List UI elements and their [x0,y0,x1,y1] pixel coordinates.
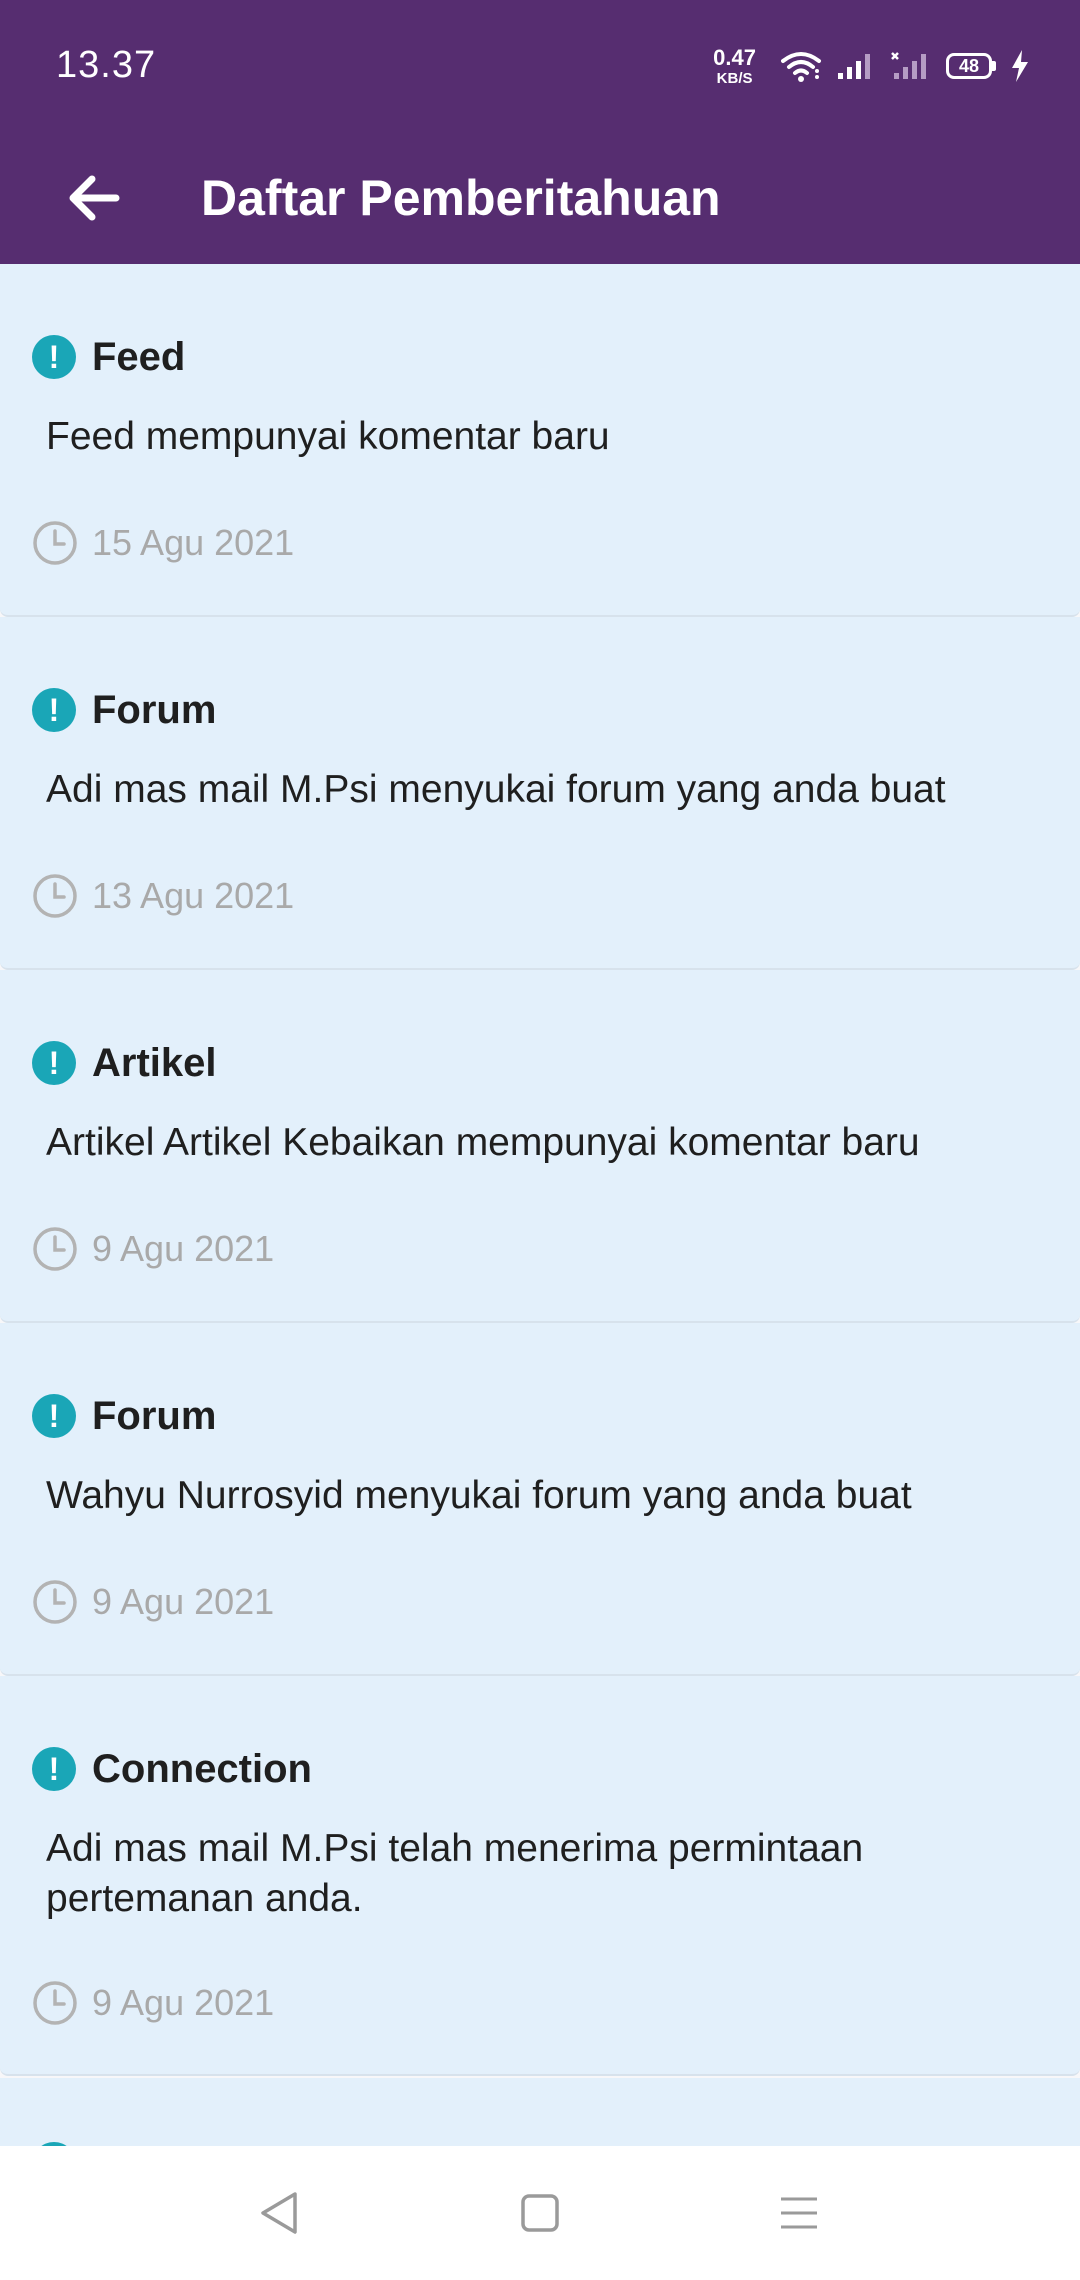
status-time: 13.37 [56,44,157,86]
back-button[interactable] [56,160,132,236]
notification-date-text: 9 Agu 2021 [92,1982,275,2023]
notification-list[interactable]: ! Feed Feed mempunyai komentar baru 15 A… [0,264,1080,2146]
notification-card[interactable]: ! Feed Feed mempunyai komentar baru 15 A… [0,264,1080,617]
clock-icon [33,874,77,918]
notification-header: ! Forum [32,1391,216,1441]
nav-home-button[interactable] [507,2180,573,2246]
notification-category: Feed [92,334,186,379]
nav-menu-icon [781,2197,817,2229]
notification-card[interactable]: ! Forum Adi mas mail M.Psi menyukai foru… [0,617,1080,970]
notification-category: Connection [92,1746,312,1791]
battery-tip [992,61,996,71]
screen: 13.37 0.47 KB/S 48 Daftar Pemberitahuan … [0,0,1080,2280]
notification-date: 9 Agu 2021 [32,1577,274,1627]
alert-icon: ! [32,1747,76,1791]
notification-header: ! Forum [32,685,216,735]
notification-message: Wahyu Nurrosyid menyukai forum yang anda… [46,1474,912,1517]
network-speed-unit: KB/S [716,69,753,87]
notification-message: Artikel Artikel Kebaikan mempunyai komen… [46,1121,920,1164]
notification-date-text: 9 Agu 2021 [92,1228,275,1269]
arrow-left-icon [69,175,120,221]
notification-header: ! Artikel [32,1038,217,1088]
nav-back-button[interactable] [246,2180,312,2246]
system-navigation-bar [0,2146,1080,2280]
notification-date-text: 15 Agu 2021 [92,522,295,563]
battery-icon: 48 [946,53,996,79]
clock-icon [33,1580,77,1624]
notification-category: Artikel [92,1040,217,1085]
notification-header: ! Feed [32,332,185,382]
notification-card-partial[interactable]: ! [0,2078,1080,2146]
clock-icon [33,1227,77,1271]
notification-card[interactable]: ! Artikel Artikel Artikel Kebaikan mempu… [0,970,1080,1323]
notification-header: ! Connection [32,1744,312,1794]
nav-home-icon [521,2194,559,2232]
alert-icon: ! [32,335,76,379]
network-speed-value: 0.47 [713,44,756,70]
alert-icon: ! [32,1394,76,1438]
clock-icon [33,521,77,565]
notification-date: 9 Agu 2021 [32,1224,274,1274]
nav-back-icon [261,2192,297,2234]
page-title: Daftar Pemberitahuan [201,170,721,226]
clock-icon [33,1981,77,2025]
signal-icon [838,54,870,79]
app-bar: Daftar Pemberitahuan [0,132,1080,264]
notification-date-text: 13 Agu 2021 [92,875,295,916]
notification-date: 15 Agu 2021 [32,518,294,568]
status-bar: 13.37 0.47 KB/S 48 [0,0,1080,132]
notification-date-text: 9 Agu 2021 [92,1581,275,1622]
notification-card[interactable]: ! Forum Wahyu Nurrosyid menyukai forum y… [0,1323,1080,1676]
notification-message: Feed mempunyai komentar baru [46,415,610,458]
battery-level: 48 [946,53,992,79]
notification-message: Adi mas mail M.Psi menyukai forum yang a… [46,768,946,811]
wifi-icon [781,52,821,82]
notification-category: Forum [92,687,217,732]
alert-icon: ! [32,688,76,732]
charging-icon [1012,50,1028,82]
notification-card[interactable]: ! Connection Adi mas mail M.Psi telah me… [0,1676,1080,2076]
network-speed: 0.47 KB/S [713,44,756,87]
status-icons: 0.47 KB/S 48 [713,44,1030,88]
notification-message: Adi mas mail M.Psi telah menerima permin… [46,1827,864,1920]
notification-date: 9 Agu 2021 [32,1978,274,2028]
notification-category: Forum [92,1393,217,1438]
alert-icon: ! [32,1041,76,1085]
signal-no-service-icon [891,52,926,79]
notification-date: 13 Agu 2021 [32,871,294,921]
nav-menu-button[interactable] [766,2180,832,2246]
